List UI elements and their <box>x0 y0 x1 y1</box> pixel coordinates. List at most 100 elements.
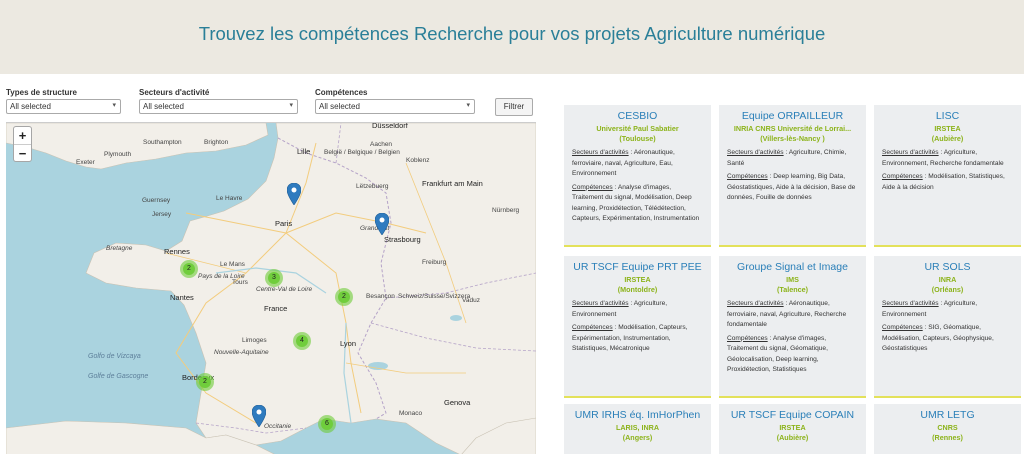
filter-bar: Types de structure All selected ▾ Secteu… <box>6 88 536 118</box>
card-skills: Compétences : Deep learning, Big Data, G… <box>727 173 856 201</box>
header-banner: Trouvez les compétences Recherche pour v… <box>0 0 1024 74</box>
map-label: Strasbourg <box>384 235 421 244</box>
map-label: Bretagne <box>106 245 133 252</box>
lab-card[interactable]: UMR IRHS éq. ImHorPhen LARIS, INRA (Ange… <box>564 404 711 454</box>
map-label: Exeter <box>76 159 95 166</box>
sector-select[interactable]: All selected ▾ <box>139 99 298 114</box>
lab-card[interactable]: CESBIO Université Paul Sabatier (Toulous… <box>564 105 711 247</box>
lab-card[interactable]: UR TSCF Equipe COPAIN IRSTEA (Aubière) <box>719 404 866 454</box>
sea-label: Golfe de Gascogne <box>88 373 149 380</box>
card-location: (Angers) <box>622 433 653 442</box>
filter-skill-label: Compétences <box>315 88 368 97</box>
card-skills: Compétences : Analyse d'images, Traiteme… <box>727 334 828 374</box>
map-cluster[interactable]: 2 <box>180 260 198 278</box>
card-sectors: Secteurs d'activités : Aéronautique, fer… <box>572 149 675 177</box>
map-label: Koblenz <box>406 157 430 164</box>
card-location: (Toulouse) <box>619 134 656 143</box>
lab-card[interactable]: UMR LETG CNRS (Rennes) <box>874 404 1021 454</box>
map-cluster[interactable]: 6 <box>318 415 336 433</box>
map-marker-icon[interactable] <box>375 213 389 235</box>
map-cluster[interactable]: 3 <box>265 269 283 287</box>
card-org: IRSTEA <box>624 275 651 284</box>
card-sectors: Secteurs d'activités : Agriculture, Envi… <box>882 149 1004 167</box>
map-label: Nürnberg <box>492 207 520 214</box>
card-sectors: Secteurs d'activités : Agriculture, Envi… <box>572 300 668 318</box>
card-name[interactable]: UMR IRHS éq. ImHorPhen <box>564 409 711 421</box>
map-label: België / Belgique / Belgien <box>324 149 400 156</box>
map-label: Schweiz/Suisse/Svizzera <box>398 293 471 300</box>
filter-button[interactable]: Filtrer <box>495 98 533 116</box>
map-label: France <box>264 304 288 313</box>
map-label: Vaduz <box>462 297 480 304</box>
card-sectors: Secteurs d'activités : Aéronautique, fer… <box>727 300 847 328</box>
card-location: (Rennes) <box>932 433 963 442</box>
card-name[interactable]: UR SOLS <box>874 261 1021 273</box>
filter-skill: Compétences <box>315 88 367 98</box>
card-sectors: Secteurs d'activités : Agriculture, Chim… <box>727 149 847 167</box>
card-skills: Compétences : Analyse d'images, Traiteme… <box>572 183 700 223</box>
map-label: Genova <box>444 398 471 407</box>
map-cluster[interactable]: 4 <box>293 332 311 350</box>
card-org: LARIS, INRA <box>615 423 660 432</box>
lab-card[interactable]: UR TSCF Equipe PRT PEE IRSTEA (Montoldre… <box>564 256 711 398</box>
map-cluster[interactable]: 2 <box>196 373 214 391</box>
card-skills: Compétences : Modélisation, Statistiques… <box>882 173 1005 191</box>
card-skills: Compétences : SIG, Géomatique, Modélisat… <box>882 324 994 352</box>
filter-type-label: Types de structure <box>6 88 77 97</box>
card-org: CNRS <box>937 423 958 432</box>
card-name[interactable]: UR TSCF Equipe PRT PEE <box>564 261 711 273</box>
sea-label: Golfo de Vizcaya <box>88 353 141 360</box>
skill-select-value: All selected <box>319 102 360 111</box>
lab-card[interactable]: Groupe Signal et Image IMS (Talence) Sec… <box>719 256 866 398</box>
lab-card[interactable]: LISC IRSTEA (Aubière) Secteurs d'activit… <box>874 105 1021 247</box>
map[interactable]: + − Plymouth Southampton Brighton Exeter… <box>6 122 536 454</box>
map-label: Rennes <box>164 247 190 256</box>
type-select[interactable]: All selected ▾ <box>6 99 121 114</box>
card-name[interactable]: UMR LETG <box>874 409 1021 421</box>
lab-card[interactable]: Equipe ORPAILLEUR INRIA CNRS Université … <box>719 105 866 247</box>
map-label: Southampton <box>143 139 182 146</box>
chevron-down-icon: ▾ <box>112 102 116 109</box>
map-label: Aachen <box>370 141 393 148</box>
card-skills: Compétences : Modélisation, Capteurs, Ex… <box>572 324 688 352</box>
page-title: Trouvez les compétences Recherche pour v… <box>198 23 826 44</box>
card-org: INRA <box>938 275 957 284</box>
map-label: Guernsey <box>142 197 171 204</box>
skill-select[interactable]: All selected ▾ <box>315 99 475 114</box>
type-select-value: All selected <box>10 102 51 111</box>
map-label: Centre-Val de Loire <box>256 286 313 293</box>
card-name[interactable]: CESBIO <box>564 110 711 122</box>
sector-select-value: All selected <box>143 102 184 111</box>
chevron-down-icon: ▾ <box>466 102 470 109</box>
card-name[interactable]: Groupe Signal et Image <box>719 261 866 273</box>
map-label: Le Havre <box>216 195 243 202</box>
card-org: IRSTEA <box>779 423 806 432</box>
map-label: Brighton <box>204 139 229 146</box>
card-location: (Aubière) <box>776 433 809 442</box>
card-location: (Villers-lès-Nancy ) <box>760 134 825 143</box>
map-label: Freiburg <box>422 259 447 266</box>
filter-type: Types de structure <box>6 88 77 98</box>
card-org: INRIA CNRS Université de Lorrai... <box>733 124 852 133</box>
card-location: (Talence) <box>776 285 809 294</box>
map-label: Paris <box>275 219 293 228</box>
map-label: Frankfurt am Main <box>422 179 483 188</box>
card-location: (Montoldre) <box>617 285 658 294</box>
card-location: (Orléans) <box>931 285 964 294</box>
map-cluster[interactable]: 2 <box>335 288 353 306</box>
map-label: Lëtzebuerg <box>356 183 389 190</box>
chevron-down-icon: ▾ <box>289 102 293 109</box>
map-label: Nantes <box>170 293 194 302</box>
zoom-in-button[interactable]: + <box>14 127 31 144</box>
map-label: Tours <box>232 279 248 286</box>
map-marker-icon[interactable] <box>287 183 301 205</box>
card-org: IMS <box>786 275 799 284</box>
lab-card[interactable]: UR SOLS INRA (Orléans) Secteurs d'activi… <box>874 256 1021 398</box>
zoom-out-button[interactable]: − <box>14 144 31 161</box>
filter-sector-label: Secteurs d'activité <box>139 88 210 97</box>
map-marker-icon[interactable] <box>252 405 266 427</box>
card-sectors: Secteurs d'activités : Agriculture, Envi… <box>882 300 978 318</box>
card-name[interactable]: LISC <box>874 110 1021 122</box>
card-name[interactable]: Equipe ORPAILLEUR <box>719 110 866 122</box>
card-name[interactable]: UR TSCF Equipe COPAIN <box>719 409 866 421</box>
